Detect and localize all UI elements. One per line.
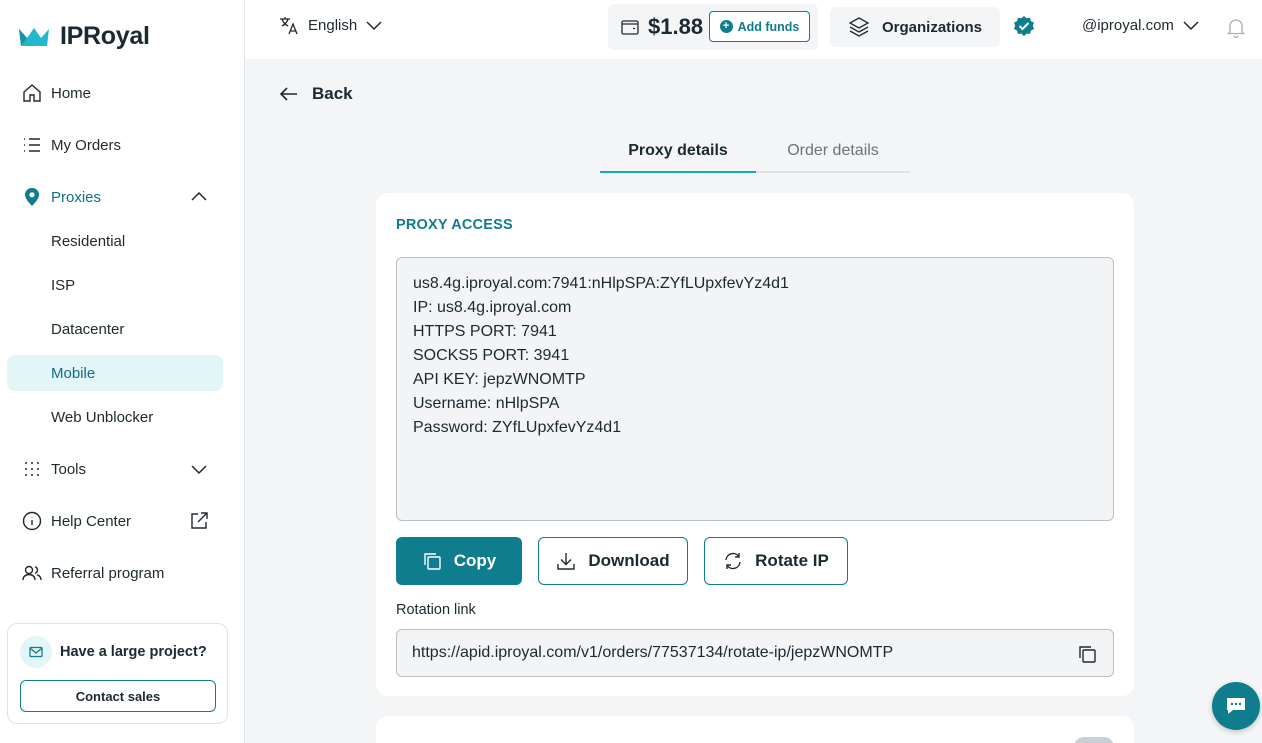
proxy-socks5-port-line: SOCKS5 PORT: 3941 — [413, 347, 570, 364]
contact-sales-button[interactable]: Contact sales — [20, 680, 216, 712]
proxy-string-line: us8.4g.iproyal.com:7941:nHlpSPA:ZYfLUpxf… — [413, 275, 789, 292]
chevron-down-icon[interactable] — [189, 459, 209, 479]
copy-label: Copy — [453, 551, 497, 570]
sidebar-item-label: My Orders — [51, 136, 122, 154]
rotation-link-label: Rotation link — [396, 602, 476, 618]
language-selector[interactable]: English — [278, 14, 383, 36]
sidebar-item-home[interactable]: Home — [7, 75, 223, 111]
proxy-credentials-textarea[interactable]: us8.4g.iproyal.com:7941:nHlpSPA:ZYfLUpxf… — [396, 257, 1114, 521]
promo-title: Have a large project? — [60, 644, 207, 660]
wallet-icon — [621, 20, 639, 35]
large-project-promo: Have a large project? Contact sales — [7, 623, 228, 724]
sidebar-item-label: Referral program — [51, 564, 165, 582]
sidebar-subitem-datacenter[interactable]: Datacenter — [7, 311, 223, 347]
proxy-https-port-line: HTTPS PORT: 7941 — [413, 323, 557, 340]
rotate-ip-label: Rotate IP — [755, 551, 829, 570]
mail-icon — [20, 636, 52, 668]
external-link-icon — [191, 512, 208, 529]
plus-icon: + — [719, 20, 733, 33]
crown-logo-icon — [19, 27, 49, 46]
logo[interactable]: IPRoyal — [18, 22, 150, 51]
download-label: Download — [588, 551, 670, 570]
chevron-down-icon — [1183, 21, 1199, 31]
grid-dots-icon — [21, 458, 43, 480]
add-funds-label: Add funds — [737, 19, 800, 34]
sidebar-item-label: Home — [51, 84, 92, 102]
tab-order-details[interactable]: Order details — [756, 138, 910, 173]
brand-name: IPRoyal — [60, 22, 150, 50]
sidebar-subitem-isp[interactable]: ISP — [7, 267, 223, 303]
topbar: English $1.88 + Add funds Organizations … — [245, 0, 1262, 59]
account-menu[interactable]: @iproyal.com — [1082, 16, 1200, 34]
copy-icon[interactable] — [1077, 644, 1097, 664]
copy-icon — [424, 553, 441, 570]
add-funds-button[interactable]: + Add funds — [709, 11, 810, 42]
account-email: @iproyal.com — [1082, 16, 1174, 34]
chat-bubble-icon — [1227, 698, 1245, 714]
download-icon — [557, 553, 576, 570]
rotate-ip-button[interactable]: Rotate IP — [704, 537, 848, 585]
tab-proxy-details[interactable]: Proxy details — [600, 138, 756, 173]
back-button[interactable]: Back — [278, 83, 353, 105]
organizations-label: Organizations — [882, 18, 983, 36]
sidebar-item-my-orders[interactable]: My Orders — [7, 127, 223, 163]
list-icon — [21, 134, 43, 156]
detail-tabs: Proxy details Order details — [600, 138, 910, 173]
chevron-up-icon[interactable] — [189, 187, 209, 207]
back-label: Back — [312, 84, 353, 103]
sidebar-subitem-mobile[interactable]: Mobile — [7, 355, 223, 391]
sidebar-item-label: Tools — [51, 460, 87, 478]
proxy-access-title: PROXY ACCESS — [396, 217, 513, 233]
proxy-ip-line: IP: us8.4g.iproyal.com — [413, 299, 572, 316]
chevron-down-icon — [366, 21, 382, 31]
sidebar-item-referral-program[interactable]: Referral program — [7, 555, 223, 591]
sidebar-item-label: Proxies — [51, 188, 102, 206]
balance-widget: $1.88 + Add funds — [608, 4, 818, 50]
download-button[interactable]: Download — [538, 537, 688, 585]
sidebar-subitem-residential[interactable]: Residential — [7, 223, 223, 259]
info-icon — [21, 510, 43, 532]
proxy-access-card: PROXY ACCESS us8.4g.iproyal.com:7941:nHl… — [376, 193, 1134, 696]
refresh-icon — [725, 552, 741, 570]
sidebar-item-help-center[interactable]: Help Center — [7, 503, 223, 539]
location-pin-icon — [21, 186, 43, 208]
rotation-link-value: https://apid.iproyal.com/v1/orders/77537… — [412, 644, 894, 661]
proxy-api-key-line: API KEY: jepzWNOMTP — [413, 371, 586, 388]
sidebar: IPRoyal Home My Orders Proxies Residenti… — [0, 0, 245, 743]
language-label: English — [308, 16, 358, 34]
sidebar-item-proxies[interactable]: Proxies — [7, 179, 223, 215]
layers-icon — [848, 17, 870, 37]
arrow-left-icon — [279, 87, 297, 101]
sidebar-subitem-web-unblocker[interactable]: Web Unblocker — [7, 399, 223, 435]
sidebar-item-label: Help Center — [51, 512, 132, 530]
translate-icon — [280, 17, 298, 35]
proxy-username-line: Username: nHlpSPA — [413, 395, 560, 412]
rotation-link-field[interactable]: https://apid.iproyal.com/v1/orders/77537… — [396, 629, 1114, 677]
organizations-button[interactable]: Organizations — [830, 7, 1000, 47]
users-icon — [21, 562, 43, 584]
balance-amount: $1.88 — [648, 14, 704, 39]
secondary-settings-card — [376, 716, 1134, 743]
chat-support-button[interactable] — [1212, 682, 1260, 730]
sidebar-item-tools[interactable]: Tools — [7, 451, 223, 487]
verified-badge-icon — [1014, 16, 1034, 36]
copy-button[interactable]: Copy — [396, 537, 522, 585]
settings-toggle[interactable] — [1074, 737, 1114, 743]
proxy-password-line: Password: ZYfLUpxfevYz4d1 — [413, 419, 622, 436]
bell-icon[interactable] — [1225, 16, 1247, 38]
home-icon — [21, 82, 43, 104]
